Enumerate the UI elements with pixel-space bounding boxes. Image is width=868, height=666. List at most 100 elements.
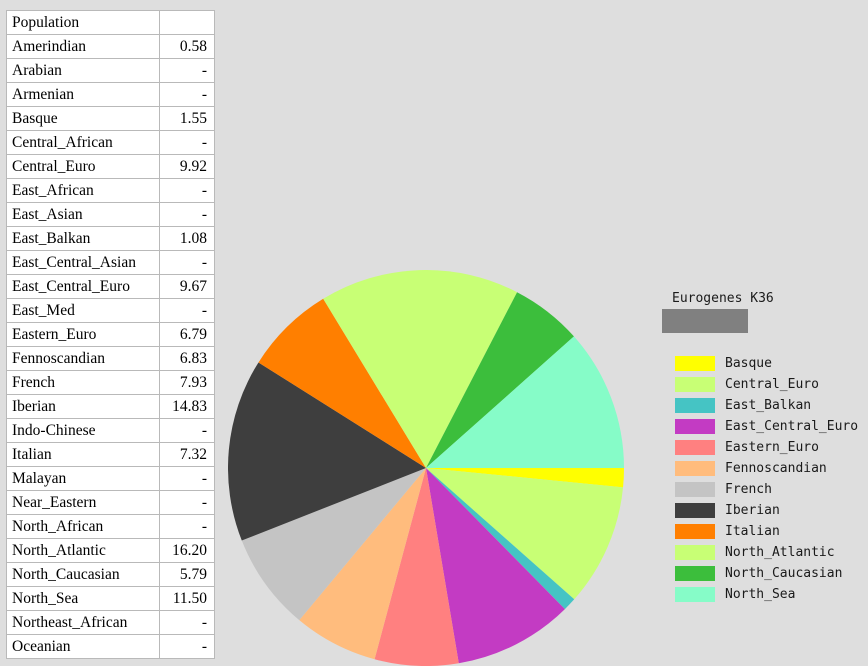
- table-cell-population-name: East_Med: [6, 298, 160, 323]
- table-row: East_Central_Euro 9.67: [6, 274, 215, 299]
- legend-item: Fennoscandian: [655, 458, 865, 479]
- table-cell-population-name: Eastern_Euro: [6, 322, 160, 347]
- table-cell-population-value: -: [159, 298, 215, 323]
- legend-item-label: Basque: [725, 356, 772, 371]
- table-cell-population-name: Iberian: [6, 394, 160, 419]
- table-cell-population-name: East_Balkan: [6, 226, 160, 251]
- table-cell-population-value: -: [159, 58, 215, 83]
- table-row: Central_African -: [6, 130, 215, 155]
- legend-entry-list: Basque Central_Euro East_Balkan East_Centra…: [655, 353, 865, 605]
- pie-chart: [228, 270, 624, 666]
- legend-item-label: French: [725, 482, 772, 497]
- table-cell-population-value: -: [159, 250, 215, 275]
- legend-item: North_Sea: [655, 584, 865, 605]
- legend-item: East_Central_Euro: [655, 416, 865, 437]
- table-cell-population-name: Central_Euro: [6, 154, 160, 179]
- legend-color-swatch: [675, 398, 715, 413]
- table-row: Near_Eastern -: [6, 490, 215, 515]
- table-cell-population-value: 6.79: [159, 322, 215, 347]
- legend-title: Eurogenes K36: [672, 291, 774, 306]
- legend-item-label: Central_Euro: [725, 377, 819, 392]
- table-row: Central_Euro 9.92: [6, 154, 215, 179]
- legend-item: French: [655, 479, 865, 500]
- table-cell-population-name: Northeast_African: [6, 610, 160, 635]
- legend-item-label: Italian: [725, 524, 780, 539]
- table-row: North_Caucasian 5.79: [6, 562, 215, 587]
- table-cell-population-name: East_Central_Euro: [6, 274, 160, 299]
- table-row: North_Atlantic 16.20: [6, 538, 215, 563]
- population-table-body: Population Amerindian 0.58 Arabian - Armenia…: [6, 10, 215, 659]
- legend-item-label: North_Sea: [725, 587, 796, 602]
- table-header-row: Population: [6, 10, 215, 35]
- legend-item: Eastern_Euro: [655, 437, 865, 458]
- table-cell-population-name: Armenian: [6, 82, 160, 107]
- table-cell-population-value: -: [159, 610, 215, 635]
- table-row: Fennoscandian 6.83: [6, 346, 215, 371]
- table-cell-population-name: East_Central_Asian: [6, 250, 160, 275]
- legend-color-swatch: [675, 419, 715, 434]
- table-cell-population-name: Basque: [6, 106, 160, 131]
- legend-item: East_Balkan: [655, 395, 865, 416]
- pie-chart-svg: [228, 270, 624, 666]
- legend-item-label: Eastern_Euro: [725, 440, 819, 455]
- table-row: Oceanian -: [6, 634, 215, 659]
- table-row: French 7.93: [6, 370, 215, 395]
- table-header-name: Population: [6, 10, 160, 35]
- table-cell-population-value: 7.32: [159, 442, 215, 467]
- table-cell-population-value: 6.83: [159, 346, 215, 371]
- table-row: East_African -: [6, 178, 215, 203]
- legend-color-swatch: [675, 524, 715, 539]
- table-cell-population-name: Oceanian: [6, 634, 160, 659]
- table-row: Indo-Chinese -: [6, 418, 215, 443]
- table-cell-population-name: North_Sea: [6, 586, 160, 611]
- table-cell-population-value: 16.20: [159, 538, 215, 563]
- table-cell-population-value: -: [159, 178, 215, 203]
- table-cell-population-name: East_Asian: [6, 202, 160, 227]
- table-row: Armenian -: [6, 82, 215, 107]
- legend-color-swatch: [675, 440, 715, 455]
- table-cell-population-name: Fennoscandian: [6, 346, 160, 371]
- table-cell-population-name: Arabian: [6, 58, 160, 83]
- table-cell-population-name: French: [6, 370, 160, 395]
- table-cell-population-value: -: [159, 634, 215, 659]
- table-row: East_Med -: [6, 298, 215, 323]
- legend-color-swatch: [675, 545, 715, 560]
- legend-color-swatch: [675, 587, 715, 602]
- table-cell-population-value: 14.83: [159, 394, 215, 419]
- table-cell-population-name: Amerindian: [6, 34, 160, 59]
- table-row: East_Balkan 1.08: [6, 226, 215, 251]
- legend-item: Iberian: [655, 500, 865, 521]
- table-cell-population-name: Central_African: [6, 130, 160, 155]
- table-cell-population-value: -: [159, 514, 215, 539]
- legend-item: North_Atlantic: [655, 542, 865, 563]
- legend-color-swatch: [675, 377, 715, 392]
- table-row: Iberian 14.83: [6, 394, 215, 419]
- table-cell-population-name: Indo-Chinese: [6, 418, 160, 443]
- legend-item: North_Caucasian: [655, 563, 865, 584]
- table-row: Amerindian 0.58: [6, 34, 215, 59]
- legend-color-swatch: [675, 503, 715, 518]
- legend-item-label: North_Caucasian: [725, 566, 843, 581]
- table-row: North_African -: [6, 514, 215, 539]
- table-cell-population-value: -: [159, 418, 215, 443]
- legend-item: Italian: [655, 521, 865, 542]
- population-table: Population Amerindian 0.58 Arabian - Armenia…: [6, 10, 215, 659]
- legend-item: Basque: [655, 353, 865, 374]
- legend-item-label: Iberian: [725, 503, 780, 518]
- table-cell-population-value: 9.67: [159, 274, 215, 299]
- table-cell-population-value: 1.55: [159, 106, 215, 131]
- table-row: Northeast_African -: [6, 610, 215, 635]
- table-cell-population-value: 0.58: [159, 34, 215, 59]
- table-header-value: [159, 10, 215, 35]
- table-cell-population-name: North_Caucasian: [6, 562, 160, 587]
- table-cell-population-name: Near_Eastern: [6, 490, 160, 515]
- legend-color-swatch: [675, 566, 715, 581]
- table-row: Malayan -: [6, 466, 215, 491]
- table-row: Arabian -: [6, 58, 215, 83]
- legend-item-label: East_Balkan: [725, 398, 812, 413]
- table-row: Italian 7.32: [6, 442, 215, 467]
- legend-item-label: North_Atlantic: [725, 545, 835, 560]
- table-cell-population-value: 1.08: [159, 226, 215, 251]
- table-cell-population-value: 9.92: [159, 154, 215, 179]
- table-row: Basque 1.55: [6, 106, 215, 131]
